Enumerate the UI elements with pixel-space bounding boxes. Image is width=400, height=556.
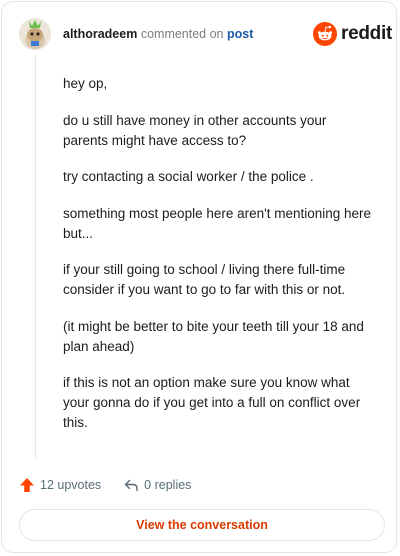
comment-paragraph: do u still have money in other accounts … [63,112,327,148]
reply-arrow-icon [124,479,138,492]
reddit-snoo-icon [313,22,337,46]
avatar[interactable] [19,18,51,50]
post-link[interactable]: post [227,27,253,41]
reddit-brand[interactable]: reddit [313,21,392,47]
view-conversation-button[interactable]: View the conversation [19,509,385,541]
comment-body: hey op, do u still have money in other a… [63,74,373,450]
comment-card: althoradeem commented on post reddit hey… [1,1,397,553]
upvote-button[interactable]: 12 upvotes [19,477,101,493]
reddit-wordmark: reddit [341,23,392,44]
upvote-count: 12 upvotes [40,478,102,492]
comment-header: althoradeem commented on post [63,27,253,41]
reply-button[interactable]: 0 replies [123,477,191,493]
reply-count: 0 replies [144,478,192,492]
thread-line [35,54,36,459]
comment-actions: 12 upvotes 0 replies [19,475,213,495]
upvote-arrow-icon [20,478,34,492]
comment-paragraph: something most people here aren't mentio… [63,205,372,241]
comment-paragraph: if this is not an option make sure you k… [63,375,361,430]
comment-paragraph: hey op, [63,76,108,91]
comment-paragraph: try contacting a social worker / the pol… [63,169,314,184]
commented-on-text: commented on [140,27,224,41]
username-link[interactable]: althoradeem [63,27,137,41]
comment-paragraph: (it might be better to bite your teeth t… [63,318,364,354]
comment-paragraph: if your still going to school / living t… [63,262,346,297]
avatar-icon [19,18,51,50]
